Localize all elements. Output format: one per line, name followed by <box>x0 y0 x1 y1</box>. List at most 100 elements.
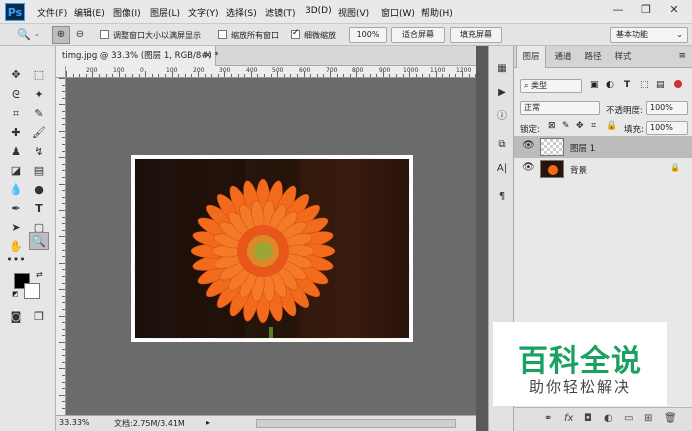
visibility-eye-icon[interactable]: 👁 <box>522 162 535 173</box>
tab-channels[interactable]: 通道 <box>548 46 578 68</box>
menu-file[interactable]: 文件(F) <box>37 6 67 19</box>
menu-view[interactable]: 视图(V) <box>338 6 369 19</box>
link-layers-icon[interactable]: ⚭ <box>544 413 552 424</box>
filter-smart-object-icon[interactable]: ▤ <box>656 80 665 90</box>
ruler-tick <box>264 74 265 77</box>
fill-screen-button[interactable]: 填充屏幕 <box>450 27 502 43</box>
default-colors-icon[interactable]: ◩ <box>12 290 19 298</box>
history-brush-tool-icon[interactable]: ↯ <box>29 143 49 161</box>
zoom-all-checkbox[interactable] <box>218 30 227 39</box>
restore-icon[interactable]: ❐ <box>632 0 660 20</box>
menu-edit[interactable]: 编辑(E) <box>74 6 105 19</box>
resize-windows-checkbox[interactable] <box>100 30 109 39</box>
minimize-icon[interactable]: — <box>604 0 632 20</box>
lock-position-icon[interactable]: ✥ <box>576 121 584 131</box>
dodge-tool-icon[interactable]: ● <box>29 181 49 199</box>
character-panel-icon[interactable]: A| <box>492 160 512 178</box>
info-panel-icon[interactable]: ⓘ <box>492 108 512 126</box>
blur-tool-icon[interactable]: 💧 <box>6 181 26 199</box>
swap-colors-icon[interactable]: ⇄ <box>36 270 43 279</box>
fit-screen-button[interactable]: 适合屏幕 <box>391 27 445 43</box>
background-color-swatch[interactable] <box>24 283 40 299</box>
zoom-in-icon[interactable]: ⊕ <box>52 26 70 44</box>
path-selection-tool-icon[interactable]: ➤ <box>6 219 26 237</box>
new-layer-icon[interactable]: ⊞ <box>644 413 652 424</box>
status-menu-arrow-icon[interactable]: ▸ <box>206 418 210 427</box>
fill-input[interactable]: 100% <box>646 121 688 135</box>
filter-adjustment-icon[interactable]: ◐ <box>606 80 614 90</box>
layer-style-icon[interactable]: fx <box>564 413 573 424</box>
lock-artboard-icon[interactable]: ⌗ <box>591 121 596 131</box>
gradient-tool-icon[interactable]: ▤ <box>29 162 49 180</box>
adjustment-layer-icon[interactable]: ◐ <box>604 413 613 424</box>
healing-brush-tool-icon[interactable]: ✚ <box>6 124 26 142</box>
workspace-dropdown[interactable]: 基本功能 ⌄ <box>610 27 688 43</box>
move-tool-icon[interactable]: ✥ <box>6 66 26 84</box>
pen-tool-icon[interactable]: ✒ <box>6 200 26 218</box>
quick-mask-icon[interactable]: ◙ <box>6 308 26 326</box>
filter-toggle-icon[interactable] <box>674 80 682 88</box>
tab-layers[interactable]: 图层 <box>516 46 546 68</box>
paragraph-panel-icon[interactable]: ¶ <box>492 188 512 206</box>
canvas-frame[interactable] <box>131 155 413 342</box>
layer-row-background[interactable]: 👁 背景 🔒 <box>514 158 692 180</box>
magic-wand-tool-icon[interactable]: ✦ <box>29 86 49 104</box>
tab-paths[interactable]: 路径 <box>578 46 608 68</box>
zoom-out-icon[interactable]: ⊖ <box>71 26 89 44</box>
close-icon[interactable]: ✕ <box>660 0 688 20</box>
delete-layer-icon[interactable]: 🗑 <box>664 413 677 424</box>
layer-mask-icon[interactable]: ◘ <box>584 413 592 424</box>
horizontal-ruler[interactable]: 200 100 0 100 200 300 400 500 600 700 80… <box>66 66 476 78</box>
opacity-input[interactable]: 100% <box>646 101 688 115</box>
clone-stamp-tool-icon[interactable]: ♟ <box>6 143 26 161</box>
ruler-tick <box>184 74 186 77</box>
menu-select[interactable]: 选择(S) <box>226 6 257 19</box>
panel-menu-icon[interactable]: ≡ <box>678 51 686 61</box>
horizontal-scrollbar[interactable] <box>256 419 456 428</box>
menu-type[interactable]: 文字(Y) <box>188 6 219 19</box>
document-tab[interactable]: timg.jpg @ 33.3% (图层 1, RGB/8#) * ✕ <box>56 46 219 66</box>
lock-all-icon[interactable]: 🔒 <box>606 121 617 131</box>
close-tab-icon[interactable]: ✕ <box>204 46 212 66</box>
filter-pixel-icon[interactable]: ▣ <box>590 80 599 90</box>
scrubby-zoom-checkbox[interactable] <box>291 28 300 39</box>
clone-source-panel-icon[interactable]: ⧉ <box>492 136 512 154</box>
filter-shape-icon[interactable]: ⬚ <box>640 80 649 90</box>
more-tools-icon[interactable]: ••• <box>6 251 26 269</box>
menu-filter[interactable]: 滤镜(T) <box>265 6 296 19</box>
lasso-tool-icon[interactable]: ᘓ <box>6 86 26 104</box>
filter-type-icon[interactable]: T <box>624 80 630 90</box>
eyedropper-tool-icon[interactable]: ✎ <box>29 105 49 123</box>
lock-transparent-icon[interactable]: ⊠ <box>548 121 556 131</box>
visibility-eye-icon[interactable]: 👁 <box>522 140 535 151</box>
crop-tool-icon[interactable]: ⌗ <box>6 105 26 123</box>
history-panel-icon[interactable]: ▦ <box>492 60 512 78</box>
menu-3d[interactable]: 3D(D) <box>305 6 332 16</box>
menu-window[interactable]: 窗口(W) <box>381 6 415 19</box>
menu-help[interactable]: 帮助(H) <box>421 6 453 19</box>
zoom-100-button[interactable]: 100% <box>349 27 387 43</box>
lock-pixels-icon[interactable]: ✎ <box>562 121 570 131</box>
preset-chevron-down-icon[interactable]: ⌄ <box>34 30 40 38</box>
eraser-tool-icon[interactable]: ◪ <box>6 162 26 180</box>
ruler-tick <box>62 335 65 337</box>
zoom-tool-preset-icon[interactable]: 🔍 <box>14 26 34 44</box>
screen-mode-icon[interactable]: ❐ <box>29 308 49 326</box>
actions-panel-icon[interactable]: ▶ <box>492 84 512 102</box>
filter-type-dropdown[interactable]: ⌕ 类型 <box>520 79 582 93</box>
zoom-level[interactable]: 33.33% <box>59 418 90 427</box>
menu-image[interactable]: 图像(I) <box>113 6 141 19</box>
vertical-ruler[interactable] <box>56 78 66 415</box>
type-tool-icon[interactable]: T <box>29 200 49 218</box>
tab-styles[interactable]: 样式 <box>608 46 638 68</box>
ruler-number: 1000 <box>403 67 419 74</box>
zoom-tool-icon[interactable]: 🔍 <box>29 232 49 250</box>
layer-row-selected[interactable]: 👁 图层 1 <box>514 136 692 158</box>
new-group-icon[interactable]: ▭ <box>624 413 633 424</box>
lock-label: 锁定: <box>520 125 540 135</box>
blend-mode-dropdown[interactable]: 正常 <box>520 101 600 115</box>
menu-layer[interactable]: 图层(L) <box>150 6 180 19</box>
ruler-tick <box>112 74 114 77</box>
brush-tool-icon[interactable]: 🖌 <box>29 124 49 142</box>
marquee-tool-icon[interactable]: ⬚ <box>29 66 49 84</box>
